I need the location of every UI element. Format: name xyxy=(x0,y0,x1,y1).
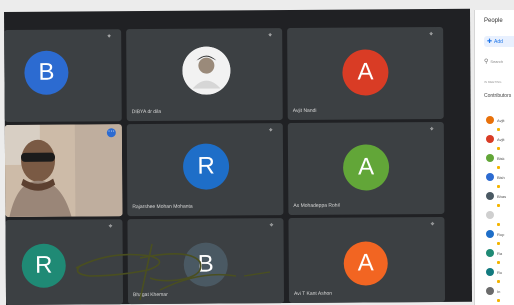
people-list-item[interactable]: Ra xyxy=(486,248,514,264)
pin-icon[interactable]: ⌖ xyxy=(108,223,116,231)
person-avatar xyxy=(486,268,494,276)
person-name: Avjit xyxy=(497,137,505,142)
people-list-item[interactable]: Avjit xyxy=(486,134,514,150)
participant-avatar: A xyxy=(342,49,389,96)
person-name: Rup xyxy=(497,232,505,237)
person-name: Bisk xyxy=(497,156,505,161)
meeting-grid: B ⌖ ⌖ DIBYA dr dila A ⌖ Avjit Nandi ⋯ R … xyxy=(4,8,473,305)
participant-name: Bhagat Khemar xyxy=(132,291,168,299)
participant-tile[interactable]: B ⌖ Bhagat Khemar xyxy=(127,218,285,305)
person-avatar xyxy=(486,249,494,257)
participant-name: As Mohadeppa Rohil xyxy=(293,202,340,209)
pin-icon[interactable]: ⌖ xyxy=(268,32,276,40)
add-people-label: Add xyxy=(494,38,503,45)
people-list-item[interactable]: Bisk xyxy=(486,153,514,169)
person-avatar xyxy=(486,173,494,181)
person-avatar xyxy=(486,230,494,238)
person-avatar xyxy=(486,135,494,143)
person-avatar xyxy=(486,192,494,200)
person-name: Ra xyxy=(497,251,503,256)
person-name: Ru xyxy=(497,270,503,275)
participant-avatar: R xyxy=(21,243,66,288)
contributors-heading[interactable]: Contributors xyxy=(484,93,511,99)
person-avatar xyxy=(486,116,494,124)
participant-video-feed xyxy=(4,124,123,217)
section-label: IN MEETING xyxy=(484,80,502,84)
more-options-icon[interactable]: ⋯ xyxy=(106,128,116,138)
participant-name: Rajarshee Mohan Mohanta xyxy=(132,203,193,211)
person-info: In xyxy=(494,280,500,302)
person-avatar xyxy=(486,211,494,219)
participant-avatar: R xyxy=(182,143,230,190)
status-badge xyxy=(497,299,500,302)
add-person-icon: ✚ xyxy=(487,39,493,45)
participant-name: DIBYA dr dila xyxy=(131,108,162,116)
people-list-item[interactable]: Rup xyxy=(486,229,514,245)
person-photo-icon xyxy=(182,46,231,95)
add-people-button[interactable]: ✚ Add xyxy=(484,36,514,47)
pin-icon[interactable]: ⌖ xyxy=(269,222,277,230)
person-name: Bhas xyxy=(497,194,507,199)
search-placeholder: Search xyxy=(490,58,504,64)
person-name: Bish xyxy=(497,175,505,180)
search-icon: ⚲ xyxy=(484,58,489,65)
participant-tile[interactable]: A ⌖ As Mohadeppa Rohil xyxy=(287,121,445,216)
participant-tile[interactable]: A ⌖ Avjit Nandi xyxy=(287,26,444,121)
pin-icon[interactable]: ⌖ xyxy=(430,126,438,134)
people-list-item[interactable]: In xyxy=(486,286,514,302)
participant-avatar: B xyxy=(24,50,69,95)
participant-avatar: B xyxy=(183,242,228,287)
pin-icon[interactable]: ⌖ xyxy=(430,221,438,229)
participant-tile[interactable]: B ⌖ xyxy=(4,29,122,122)
participant-avatar: A xyxy=(342,144,390,191)
panel-title: People xyxy=(484,18,503,24)
people-list-item[interactable]: Ru xyxy=(486,267,514,283)
person-name: Avjit xyxy=(497,118,505,123)
person-name: In xyxy=(497,289,501,294)
people-panel: People ✚ Add ⚲ Search IN MEETING Contrib… xyxy=(474,10,514,305)
people-list-item[interactable]: Bish xyxy=(486,172,514,188)
participant-name: Avi T Kant Ashon xyxy=(293,290,333,297)
participant-avatar: A xyxy=(343,241,388,286)
people-search-field[interactable]: ⚲ Search xyxy=(484,56,514,66)
people-list-item[interactable]: Bhas xyxy=(486,191,514,207)
participant-tile[interactable]: R ⌖ Rajarshee Mohan Mohanta xyxy=(126,123,284,217)
person-avatar xyxy=(486,287,494,295)
screenshot: B ⌖ ⌖ DIBYA dr dila A ⌖ Avjit Nandi ⋯ R … xyxy=(0,0,514,305)
participant-tile[interactable]: ⌖ DIBYA dr dila xyxy=(126,28,283,122)
participant-tile[interactable]: A ⌖ Avi T Kant Ashon xyxy=(288,216,446,304)
participant-video-tile[interactable]: ⋯ xyxy=(4,124,123,217)
participant-name: Avjit Nandi xyxy=(292,107,317,114)
person-avatar xyxy=(486,154,494,162)
participant-photo-avatar xyxy=(182,46,231,95)
participant-tile[interactable]: R ⌖ xyxy=(5,219,124,305)
pin-icon[interactable]: ⌖ xyxy=(269,127,277,135)
people-list-item[interactable] xyxy=(486,210,514,226)
people-list-item[interactable]: Avjit xyxy=(486,115,514,131)
pin-icon[interactable]: ⌖ xyxy=(429,31,437,39)
pin-icon[interactable]: ⌖ xyxy=(107,33,115,41)
